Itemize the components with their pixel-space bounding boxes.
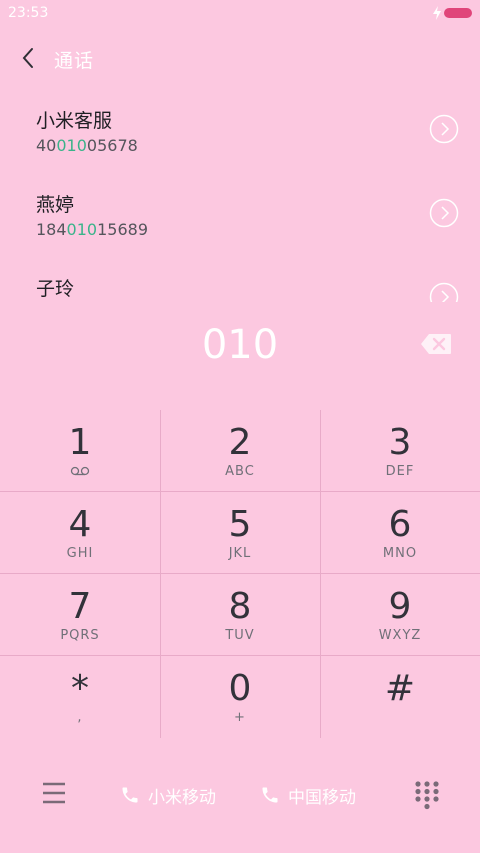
contact-number: 18401015689 <box>36 220 148 239</box>
key-2[interactable]: 2 ABC <box>160 410 320 492</box>
key-3[interactable]: 3 DEF <box>320 410 480 492</box>
back-arrow-icon[interactable] <box>20 46 36 70</box>
key-digit: 1 <box>68 422 92 463</box>
contact-item-2[interactable]: 燕婷 18401015689 <box>0 178 480 262</box>
contact-name: 小米客服 <box>36 110 113 132</box>
key-digit: # <box>384 668 416 709</box>
key-letters: DEF <box>385 464 415 479</box>
key-hash[interactable]: # <box>320 656 480 738</box>
key-letters: JKL <box>228 546 252 561</box>
sim1-label: 小米移动 <box>148 787 216 808</box>
charging-icon <box>433 6 441 20</box>
battery-icon <box>444 8 472 18</box>
key-digit: 2 <box>228 422 252 463</box>
contact-name: 子玲 <box>36 278 75 300</box>
dial-keypad: 1 2 ABC 3 DEF 4 GHI 5 JKL 6 MNO 7 PQRS 8… <box>0 410 480 738</box>
call-sim1-button[interactable]: 小米移动 <box>120 782 216 808</box>
key-0[interactable]: 0 + <box>160 656 320 738</box>
status-bar: 23:53 <box>0 0 480 28</box>
header: 通话 <box>0 40 480 76</box>
backspace-icon[interactable] <box>420 333 452 355</box>
contact-item-3[interactable]: 子玲 <box>0 262 480 302</box>
key-5[interactable]: 5 JKL <box>160 492 320 574</box>
key-letters: TUV <box>225 628 255 643</box>
number-match-highlight: 010 <box>56 136 87 155</box>
dialpad-toggle-icon[interactable] <box>414 780 440 810</box>
dialed-number: 010 <box>201 322 279 368</box>
contact-item-1[interactable]: 小米客服 4001005678 <box>0 94 480 178</box>
menu-icon[interactable] <box>42 782 66 804</box>
call-sim2-button[interactable]: 中国移动 <box>260 782 356 808</box>
key-letters: ABC <box>225 464 255 479</box>
number-match-highlight: 010 <box>66 220 98 239</box>
key-letters: MNO <box>382 546 418 561</box>
key-digit: 0 <box>228 668 252 709</box>
key-letters: + <box>234 710 246 725</box>
key-digit: * <box>71 668 89 709</box>
key-letters: , <box>77 710 83 725</box>
phone-icon <box>262 787 278 803</box>
key-4[interactable]: 4 GHI <box>0 492 160 574</box>
status-time: 23:53 <box>8 5 49 21</box>
key-1[interactable]: 1 <box>0 410 160 492</box>
voicemail-icon <box>70 466 90 476</box>
key-digit: 8 <box>228 586 252 627</box>
contact-detail-icon[interactable] <box>429 198 459 228</box>
sim2-label: 中国移动 <box>288 787 356 808</box>
key-letters <box>320 710 480 726</box>
key-digit: 6 <box>388 504 412 545</box>
key-digit: 7 <box>68 586 92 627</box>
key-8[interactable]: 8 TUV <box>160 574 320 656</box>
key-digit: 3 <box>388 422 412 463</box>
key-digit: 4 <box>68 504 92 545</box>
contact-detail-icon[interactable] <box>429 114 459 144</box>
key-7[interactable]: 7 PQRS <box>0 574 160 656</box>
key-digit: 9 <box>388 586 412 627</box>
contact-name: 燕婷 <box>36 194 75 216</box>
key-star[interactable]: * , <box>0 656 160 738</box>
contact-number: 4001005678 <box>36 136 138 155</box>
page-title: 通话 <box>54 50 95 72</box>
key-9[interactable]: 9 WXYZ <box>320 574 480 656</box>
contact-results-list: 小米客服 4001005678 燕婷 18401015689 子玲 <box>0 94 480 302</box>
key-letters: WXYZ <box>378 628 422 643</box>
phone-icon <box>122 787 138 803</box>
key-letters: PQRS <box>60 628 100 643</box>
bottom-bar: 小米移动 中国移动 <box>0 770 480 822</box>
key-letters: GHI <box>66 546 94 561</box>
key-digit: 5 <box>228 504 252 545</box>
contact-detail-icon[interactable] <box>429 282 459 302</box>
key-6[interactable]: 6 MNO <box>320 492 480 574</box>
